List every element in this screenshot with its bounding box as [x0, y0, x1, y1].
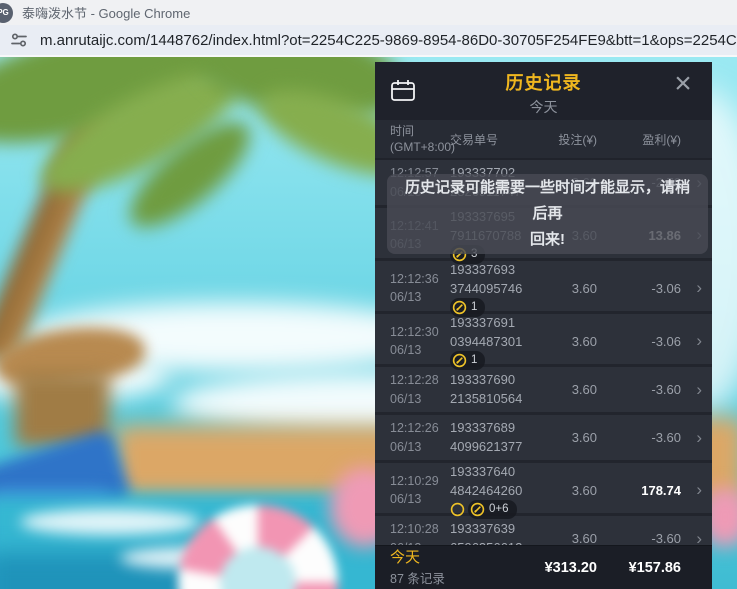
ring-icon: [450, 502, 465, 517]
gauge-icon: [452, 353, 467, 368]
row-time: 12:12:26 06/13: [390, 419, 450, 457]
address-bar[interactable]: m.anrutaijc.com/1448762/index.html?ot=22…: [0, 25, 737, 57]
row-time: 12:12:36 06/13: [390, 270, 450, 308]
badge-group: 0+6: [450, 502, 540, 518]
chevron-right-icon: ›: [681, 278, 704, 298]
summary-record-count: 87 条记录: [390, 568, 540, 587]
history-row[interactable]: 12:12:30 06/13 193337691 0394487301 1 3.…: [375, 314, 712, 364]
column-header-time: 时间 (GMT+8:00): [390, 123, 450, 155]
site-favicon: PG: [0, 3, 13, 23]
row-order: 193337689 4099621377: [450, 419, 540, 457]
toast-line2: 回来!: [530, 227, 565, 253]
panel-title-block: 历史记录 今天: [375, 69, 712, 117]
history-rows: 12:12:57 06/13 193337702 2826911747 3.60…: [375, 160, 712, 545]
close-icon[interactable]: ×: [666, 68, 700, 102]
row-profit: -3.60: [597, 382, 681, 397]
loading-toast: 历史记录可能需要一些时间才能显示，请稍后再 回来!: [387, 174, 708, 254]
badge-group: 1: [450, 353, 540, 369]
gauge-icon: [470, 502, 485, 517]
row-bet: 3.60: [540, 281, 597, 296]
row-time: 12:10:28 06/13: [390, 520, 450, 545]
row-profit: -3.06: [597, 281, 681, 296]
badge-label: 0+6: [489, 501, 509, 518]
summary-day-label: 今天: [390, 548, 540, 568]
row-time: 12:10:29 06/13: [390, 472, 450, 510]
chevron-right-icon: ›: [681, 380, 704, 400]
gauge-icon: [452, 300, 467, 315]
window-title: 泰嗨泼水节 - Google Chrome: [22, 3, 190, 22]
column-header-bet: 投注(¥): [540, 131, 597, 148]
panel-subtitle: 今天: [375, 97, 712, 117]
chevron-right-icon: ›: [681, 331, 704, 351]
panel-header: 历史记录 今天 ×: [375, 62, 712, 120]
row-profit: -3.06: [597, 334, 681, 349]
row-bet: 3.60: [540, 334, 597, 349]
row-order: 193337693 3744095746 1: [450, 261, 540, 316]
chevron-right-icon: ›: [681, 428, 704, 448]
row-time: 12:12:30 06/13: [390, 323, 450, 361]
page-background: 历史记录 今天 × 时间 (GMT+8:00) 交易单号 投注(¥) 盈利(¥)…: [0, 57, 737, 589]
row-order: 193337640 4842464260 0+6: [450, 463, 540, 518]
row-profit: -3.60: [597, 430, 681, 445]
summary-footer: 今天 87 条记录 ¥313.20 ¥157.86: [375, 545, 712, 589]
round-count-badge: 0+6: [468, 500, 517, 519]
toast-line1: 历史记录可能需要一些时间才能显示，请稍后再: [401, 175, 694, 228]
round-badge: [450, 502, 465, 517]
row-profit: 178.74: [597, 483, 681, 498]
row-bet: 3.60: [540, 382, 597, 397]
row-time: 12:12:28 06/13: [390, 371, 450, 409]
row-bet: 3.60: [540, 430, 597, 445]
row-bet: 3.60: [540, 531, 597, 545]
water-foam: [20, 509, 200, 535]
panel-title: 历史记录: [375, 69, 712, 95]
row-order: 193337690 2135810564: [450, 371, 540, 409]
browser-window: PG 泰嗨泼水节 - Google Chrome m.anrutaijc.com…: [0, 0, 737, 589]
row-profit: -3.60: [597, 531, 681, 545]
chevron-right-icon: ›: [681, 480, 704, 500]
round-count-badge: 1: [450, 351, 485, 370]
summary-profit-total: ¥157.86: [597, 560, 681, 576]
badge-label: 1: [471, 352, 477, 369]
window-titlebar: PG 泰嗨泼水节 - Google Chrome: [0, 0, 737, 25]
row-order: 193337639 6596356612: [450, 520, 540, 545]
summary-label-block: 今天 87 条记录: [390, 548, 540, 587]
history-row[interactable]: 12:10:28 06/13 193337639 6596356612 3.60…: [375, 516, 712, 545]
column-header-profit: 盈利(¥): [597, 131, 681, 148]
table-header: 时间 (GMT+8:00) 交易单号 投注(¥) 盈利(¥): [375, 120, 712, 160]
tune-icon[interactable]: [10, 31, 28, 49]
chevron-right-icon: ›: [681, 529, 704, 546]
history-row[interactable]: 12:12:28 06/13 193337690 2135810564 3.60…: [375, 367, 712, 412]
row-bet: 3.60: [540, 483, 597, 498]
row-order: 193337691 0394487301 1: [450, 314, 540, 369]
column-header-order: 交易单号: [450, 131, 540, 148]
history-row[interactable]: 12:12:36 06/13 193337693 3744095746 1 3.…: [375, 261, 712, 311]
history-panel: 历史记录 今天 × 时间 (GMT+8:00) 交易单号 投注(¥) 盈利(¥)…: [375, 62, 712, 589]
history-row[interactable]: 12:12:26 06/13 193337689 4099621377 3.60…: [375, 415, 712, 460]
url-text[interactable]: m.anrutaijc.com/1448762/index.html?ot=22…: [40, 32, 737, 49]
summary-bet-total: ¥313.20: [540, 560, 597, 576]
history-row[interactable]: 12:10:29 06/13 193337640 4842464260 0+6 …: [375, 463, 712, 513]
